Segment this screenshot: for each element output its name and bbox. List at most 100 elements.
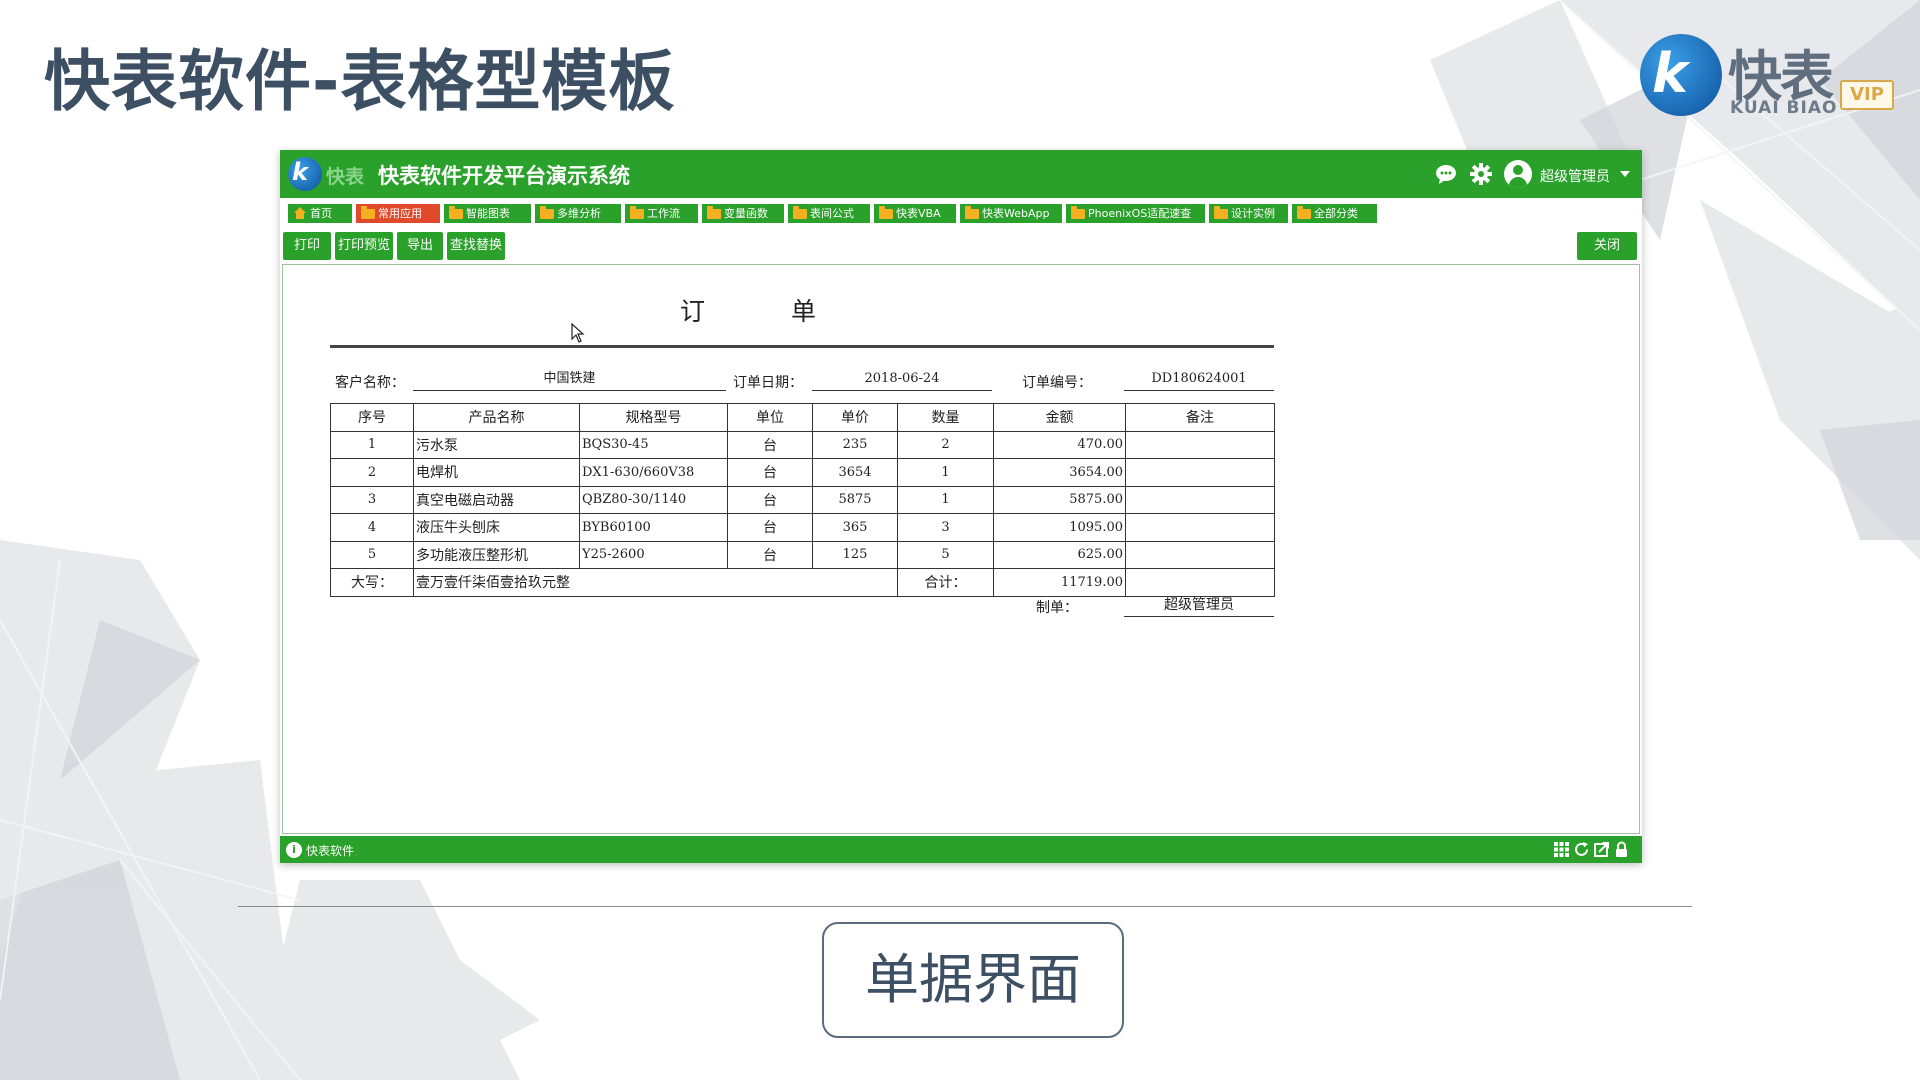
cell-amount[interactable]: 470.00 xyxy=(993,430,1126,459)
app-logo-icon: k xyxy=(288,157,322,191)
logo-mark-icon: k xyxy=(1640,34,1722,116)
table-row: 5 多功能液压整形机 Y25-2600 台 125 5 625.00 xyxy=(330,540,1275,569)
app-title: 快表软件开发平台演示系统 xyxy=(378,163,630,188)
print-button[interactable]: 打印 xyxy=(283,232,331,260)
external-link-icon[interactable] xyxy=(1593,841,1610,858)
print-preview-button[interactable]: 打印预览 xyxy=(335,232,393,260)
cell-spec[interactable]: QBZ80-30/1140 xyxy=(579,485,728,514)
cell-price[interactable]: 125 xyxy=(812,540,898,569)
cell-no[interactable]: 1 xyxy=(330,430,414,459)
message-icon[interactable] xyxy=(1433,161,1459,187)
nav-tab-label: 表间公式 xyxy=(810,207,854,220)
capital-amount[interactable]: 壹万壹仟柒佰壹拾玖元整 xyxy=(413,568,898,597)
cell-spec[interactable]: Y25-2600 xyxy=(579,540,728,569)
column-header: 规格型号 xyxy=(579,403,728,432)
cell-no[interactable]: 5 xyxy=(330,540,414,569)
table-row: 1 污水泵 BQS30-45 台 235 2 470.00 xyxy=(330,430,1275,459)
slide-divider xyxy=(238,906,1692,907)
order-number-field[interactable]: DD180624001 xyxy=(1124,369,1274,391)
cell-unit[interactable]: 台 xyxy=(727,485,813,514)
app-header: k 快表 快表软件开发平台演示系统 超级管理员 xyxy=(280,150,1642,198)
cell-no[interactable]: 3 xyxy=(330,485,414,514)
cell-note[interactable] xyxy=(1125,430,1275,459)
gear-icon[interactable] xyxy=(1468,161,1494,187)
maker-field[interactable]: 超级管理员 xyxy=(1124,595,1274,617)
nav-tab[interactable]: 快表WebApp xyxy=(960,204,1062,223)
export-button[interactable]: 导出 xyxy=(397,232,443,260)
cell-name[interactable]: 真空电磁启动器 xyxy=(413,485,580,514)
cell-amount[interactable]: 5875.00 xyxy=(993,485,1126,514)
table-header-row: 序号 产品名称 规格型号 单位 单价 数量 金额 备注 xyxy=(330,403,1275,432)
nav-tab-label: 快表WebApp xyxy=(982,207,1050,220)
find-replace-button[interactable]: 查找替换 xyxy=(447,232,505,260)
cell-name[interactable]: 液压牛头刨床 xyxy=(413,513,580,542)
cell-spec[interactable]: DX1-630/660V38 xyxy=(579,458,728,487)
cell-price[interactable]: 235 xyxy=(812,430,898,459)
close-button[interactable]: 关闭 xyxy=(1577,232,1637,260)
refresh-icon[interactable] xyxy=(1573,841,1590,858)
cell-unit[interactable]: 台 xyxy=(727,430,813,459)
table-row: 4 液压牛头刨床 BYB60100 台 365 3 1095.00 xyxy=(330,513,1275,542)
total-amount[interactable]: 11719.00 xyxy=(993,568,1126,597)
nav-tab[interactable]: 多维分析 xyxy=(535,204,621,223)
cell-qty[interactable]: 2 xyxy=(897,430,994,459)
cell-no[interactable]: 2 xyxy=(330,458,414,487)
lock-icon[interactable] xyxy=(1613,841,1630,858)
cell-price[interactable]: 5875 xyxy=(812,485,898,514)
folder-icon xyxy=(1297,206,1311,219)
summary-row: 大写： 壹万壹仟柒佰壹拾玖元整 合计： 11719.00 xyxy=(330,568,1275,597)
nav-tab[interactable]: 智能图表 xyxy=(444,204,531,223)
nav-tab[interactable]: 常用应用 xyxy=(356,204,440,223)
cell-unit[interactable]: 台 xyxy=(727,540,813,569)
column-header: 金额 xyxy=(993,403,1126,432)
summary-note-cell[interactable] xyxy=(1125,568,1275,597)
cell-price[interactable]: 3654 xyxy=(812,458,898,487)
user-avatar-icon[interactable] xyxy=(1504,160,1532,188)
cell-amount[interactable]: 3654.00 xyxy=(993,458,1126,487)
info-icon: i xyxy=(286,842,302,858)
cell-no[interactable]: 4 xyxy=(330,513,414,542)
nav-tab[interactable]: 首页 xyxy=(288,204,352,223)
nav-tab[interactable]: 工作流 xyxy=(625,204,698,223)
grid-icon[interactable] xyxy=(1553,841,1570,858)
cell-note[interactable] xyxy=(1125,458,1275,487)
customer-field[interactable]: 中国铁建 xyxy=(413,369,726,391)
cell-unit[interactable]: 台 xyxy=(727,458,813,487)
column-header: 数量 xyxy=(897,403,994,432)
cell-spec[interactable]: BYB60100 xyxy=(579,513,728,542)
nav-tab[interactable]: 快表VBA xyxy=(874,204,956,223)
chevron-down-icon[interactable] xyxy=(1620,171,1630,177)
cell-name[interactable]: 电焊机 xyxy=(413,458,580,487)
nav-tab[interactable]: 全部分类 xyxy=(1292,204,1377,223)
cell-price[interactable]: 365 xyxy=(812,513,898,542)
folder-icon xyxy=(361,206,375,219)
cell-note[interactable] xyxy=(1125,513,1275,542)
nav-tab[interactable]: PhoenixOS适配速查 xyxy=(1066,204,1205,223)
folder-icon xyxy=(540,206,554,219)
logo-english-text: KUAI BIAO xyxy=(1730,98,1838,118)
nav-tab[interactable]: 表间公式 xyxy=(788,204,870,223)
column-header: 单位 xyxy=(727,403,813,432)
cell-qty[interactable]: 1 xyxy=(897,458,994,487)
cell-amount[interactable]: 1095.00 xyxy=(993,513,1126,542)
cell-note[interactable] xyxy=(1125,540,1275,569)
nav-tab[interactable]: 设计实例 xyxy=(1209,204,1288,223)
nav-tab-label: 常用应用 xyxy=(378,207,422,220)
cell-name[interactable]: 污水泵 xyxy=(413,430,580,459)
table-row: 2 电焊机 DX1-630/660V38 台 3654 1 3654.00 xyxy=(330,458,1275,487)
cell-amount[interactable]: 625.00 xyxy=(993,540,1126,569)
cell-name[interactable]: 多功能液压整形机 xyxy=(413,540,580,569)
nav-tab-label: 首页 xyxy=(310,207,332,220)
cell-qty[interactable]: 3 xyxy=(897,513,994,542)
slide-title: 快表软件-表格型模板 xyxy=(44,43,676,120)
cell-unit[interactable]: 台 xyxy=(727,513,813,542)
order-date-field[interactable]: 2018-06-24 xyxy=(812,369,992,391)
cell-qty[interactable]: 1 xyxy=(897,485,994,514)
nav-tab[interactable]: 变量函数 xyxy=(702,204,784,223)
cell-spec[interactable]: BQS30-45 xyxy=(579,430,728,459)
table-row: 3 真空电磁启动器 QBZ80-30/1140 台 5875 1 5875.00 xyxy=(330,485,1275,514)
cell-qty[interactable]: 5 xyxy=(897,540,994,569)
column-header: 序号 xyxy=(330,403,414,432)
user-name[interactable]: 超级管理员 xyxy=(1540,166,1610,186)
cell-note[interactable] xyxy=(1125,485,1275,514)
